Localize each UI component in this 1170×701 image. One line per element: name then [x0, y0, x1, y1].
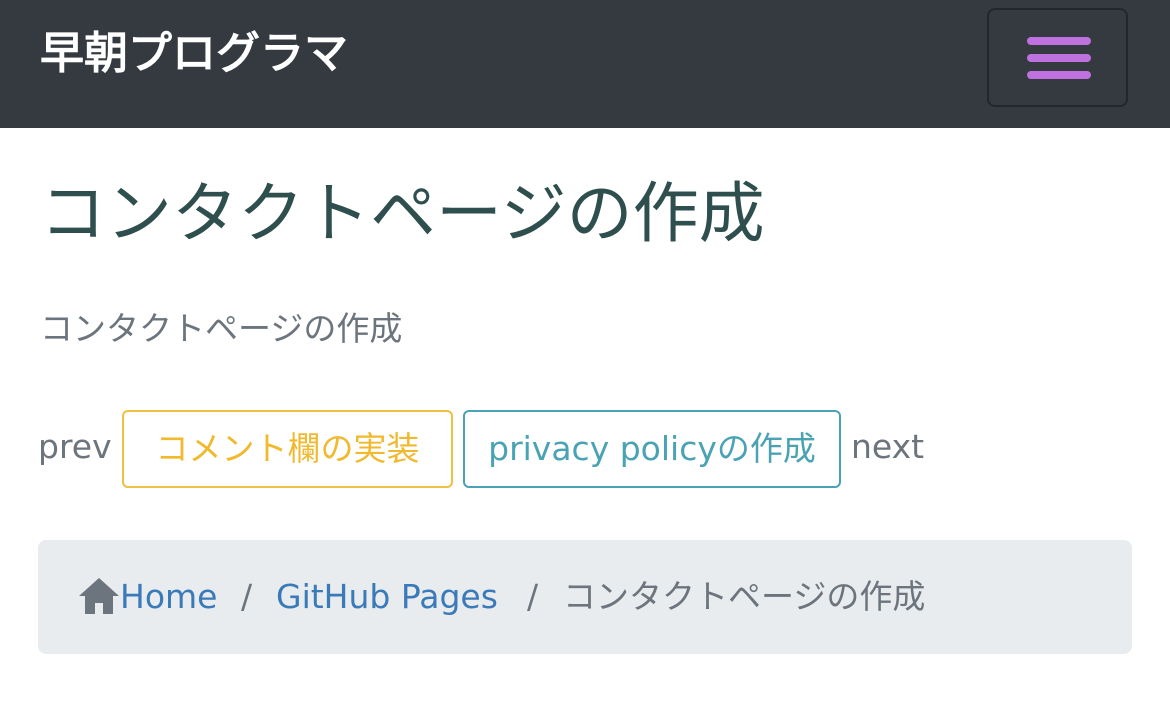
breadcrumb: Home / GitHub Pages / コンタクトページの作成 [38, 540, 1132, 654]
breadcrumb-separator: / [527, 577, 539, 616]
breadcrumb-separator: / [241, 577, 253, 616]
breadcrumb-github-pages-link[interactable]: GitHub Pages [276, 574, 498, 620]
prev-post-button[interactable]: コメント欄の実装 [122, 410, 453, 488]
brand-logo[interactable]: 早朝プログラマ [40, 22, 348, 86]
home-icon[interactable] [78, 576, 120, 616]
page-title: コンタクトページの作成 [40, 175, 765, 252]
navbar-toggler-button[interactable] [987, 8, 1128, 107]
page-lead: コンタクトページの作成 [40, 309, 403, 348]
prev-label: prev [38, 427, 112, 466]
next-label: next [851, 427, 925, 466]
breadcrumb-current: コンタクトページの作成 [563, 577, 926, 616]
next-post-button[interactable]: privacy policyの作成 [463, 410, 841, 488]
breadcrumb-home-link[interactable]: Home [120, 574, 217, 620]
navbar: 早朝プログラマ [0, 0, 1170, 128]
